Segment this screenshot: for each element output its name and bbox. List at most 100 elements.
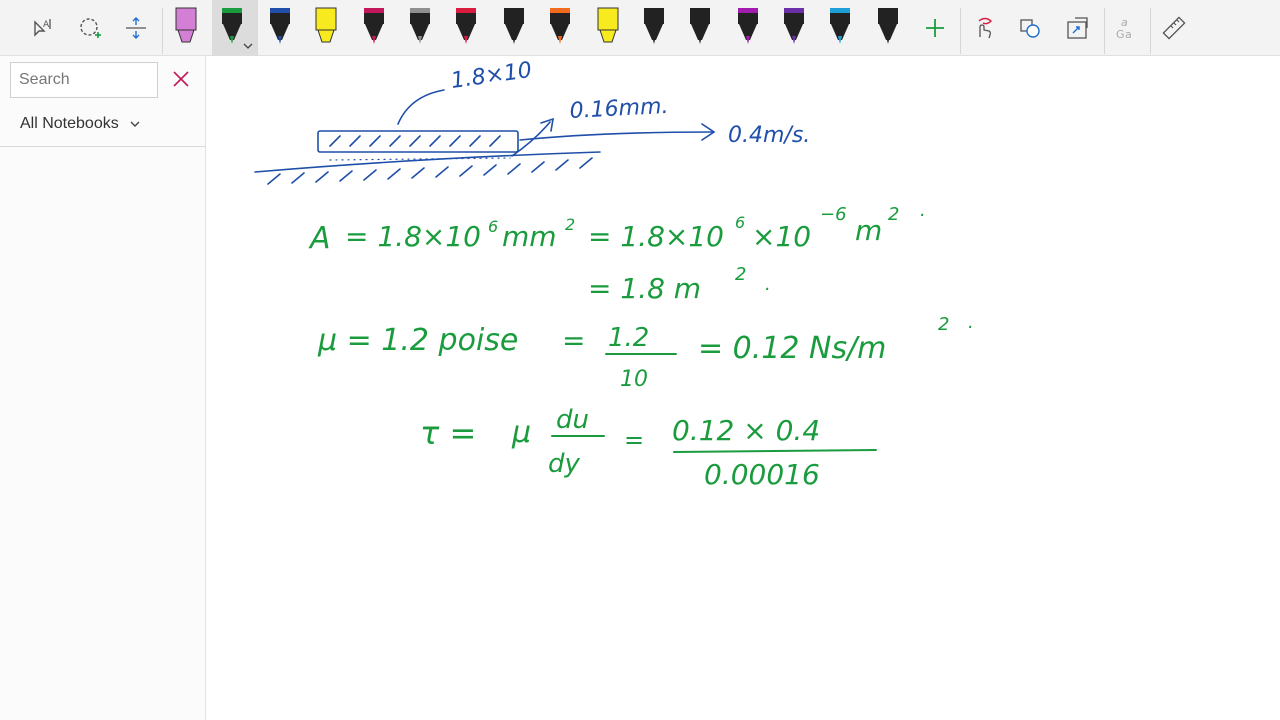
pen-pen-green[interactable] <box>212 0 258 56</box>
chevron-down-icon <box>130 121 140 127</box>
pen-icon <box>456 8 476 44</box>
ink-to-text-button[interactable] <box>1060 0 1096 56</box>
toolbar-separator <box>162 8 163 54</box>
eq2-expr: = 1.8 m <box>588 272 701 305</box>
touch-draw-icon <box>978 17 993 39</box>
pen-icon <box>644 8 664 44</box>
eq3-result: = 0.12 Ns/m <box>698 331 886 366</box>
eq3-num: 1.2 <box>608 323 649 353</box>
pen-icon <box>410 8 430 44</box>
ruler-button[interactable] <box>1156 0 1192 56</box>
pen-icon <box>222 8 253 49</box>
pen-icon <box>690 8 710 44</box>
add-space-button[interactable] <box>118 0 154 56</box>
toolbar-separator <box>1150 8 1151 54</box>
toolbar-separator <box>960 8 961 54</box>
pen-pen-orange[interactable] <box>540 0 580 56</box>
draw-toolbar: A a G a <box>0 0 1280 56</box>
ruler-icon <box>1162 16 1186 40</box>
close-icon <box>173 71 189 87</box>
search-box <box>10 62 158 98</box>
eq1-exp1: 6 <box>488 217 498 236</box>
pen-highlighter-yellow-2[interactable] <box>588 0 628 56</box>
eq3-lhs: μ = 1.2 poise <box>317 323 518 358</box>
eq3-eq: = <box>562 324 585 357</box>
lasso-select-button[interactable]: A <box>24 0 60 56</box>
eq1-unit: mm <box>502 220 557 253</box>
eq1-exp2: 6 <box>735 213 745 232</box>
diagram-top-label: 1.8×10 <box>449 58 533 94</box>
toolbar-separator <box>1104 8 1105 54</box>
eq1-unit2: m <box>855 214 882 247</box>
ink-to-text-icon <box>1067 17 1088 39</box>
pen-pen-black-2[interactable] <box>634 0 674 56</box>
pen-pen-magenta[interactable] <box>354 0 394 56</box>
highlighter-icon <box>597 7 619 43</box>
ink-to-math-button[interactable]: a G a <box>1108 0 1144 56</box>
svg-text:A: A <box>43 20 50 30</box>
highlighter-icon <box>175 7 197 43</box>
eq1-end: . <box>920 200 926 221</box>
pen-highlighter-pink[interactable] <box>166 0 206 56</box>
sidebar-divider <box>0 146 206 147</box>
eq3-den: 10 <box>620 367 648 392</box>
pen-icon <box>550 8 570 44</box>
eq1-expr: = 1.8×10 <box>345 220 481 253</box>
add-pen-button[interactable] <box>918 0 952 56</box>
search-input[interactable] <box>19 71 149 89</box>
pen-pen-cyan[interactable] <box>820 0 860 56</box>
touch-draw-button[interactable] <box>966 0 1002 56</box>
pen-icon <box>270 8 290 44</box>
pen-highlighter-yellow[interactable] <box>306 0 346 56</box>
pen-pen-black-3[interactable] <box>680 0 720 56</box>
pen-icon <box>504 8 524 44</box>
eq4-dy: dy <box>548 449 581 479</box>
search-sidebar: All Notebooks <box>0 56 206 720</box>
ink-to-shape-icon <box>1020 19 1040 38</box>
eq1-eq2: = 1.8×10 <box>588 220 724 253</box>
lasso-select-icon: A <box>34 19 51 37</box>
pen-pen-violet[interactable] <box>774 0 814 56</box>
pen-icon <box>784 8 804 44</box>
velocity-label: 0.4m/s. <box>728 123 810 148</box>
pen-pen-blue[interactable] <box>260 0 300 56</box>
eq3-sq: 2 <box>938 314 949 335</box>
pen-icon <box>830 8 850 44</box>
close-search-button[interactable] <box>170 68 192 90</box>
svg-text:G: G <box>1116 28 1125 41</box>
pen-icon <box>738 8 758 44</box>
pen-pen-red[interactable] <box>446 0 486 56</box>
eq4-den: 0.00016 <box>704 458 820 491</box>
svg-text:a: a <box>1125 28 1132 41</box>
eq4-eq: = <box>624 426 644 454</box>
notebook-filter-label: All Notebooks <box>20 115 119 132</box>
eq1-lhs: A <box>308 221 331 256</box>
eq2-end: . <box>765 274 771 295</box>
insert-space-icon <box>80 18 101 38</box>
eq3-end: . <box>968 312 974 333</box>
eq1-exp3: −6 <box>820 204 847 225</box>
highlighter-icon <box>315 7 337 43</box>
note-canvas[interactable]: 1.8×10 0.16mm. 0.4m/s. A = 1.8×10 6 mm 2… <box>207 56 1280 720</box>
eq4-mu: μ <box>511 415 531 450</box>
eq1-times: ×10 <box>752 220 811 253</box>
eq2-sq: 2 <box>735 264 746 285</box>
ink-to-shape-button[interactable] <box>1012 0 1048 56</box>
add-pen-icon <box>926 19 944 37</box>
ink-to-math-icon: a G a <box>1116 16 1132 41</box>
eq4-lhs: τ = <box>420 414 476 452</box>
add-space-icon <box>126 17 146 39</box>
notebook-filter-dropdown[interactable]: All Notebooks <box>20 112 141 136</box>
eq4-num: 0.12 × 0.4 <box>672 414 820 447</box>
ink-drawing: 1.8×10 0.16mm. 0.4m/s. A = 1.8×10 6 mm 2… <box>254 58 974 491</box>
pen-pen-black[interactable] <box>494 0 534 56</box>
gap-label: 0.16mm. <box>569 94 669 124</box>
pen-pen-black-4[interactable] <box>868 0 908 56</box>
lasso-add-button[interactable] <box>72 0 108 56</box>
equation-block: A = 1.8×10 6 mm 2 = 1.8×10 6 ×10 −6 m 2 … <box>308 200 974 491</box>
pen-pen-grey[interactable] <box>400 0 440 56</box>
eq1-sq2: 2 <box>888 204 899 225</box>
eq1-sq1: 2 <box>565 215 575 234</box>
pen-icon <box>364 8 384 44</box>
pen-pen-purple[interactable] <box>728 0 768 56</box>
